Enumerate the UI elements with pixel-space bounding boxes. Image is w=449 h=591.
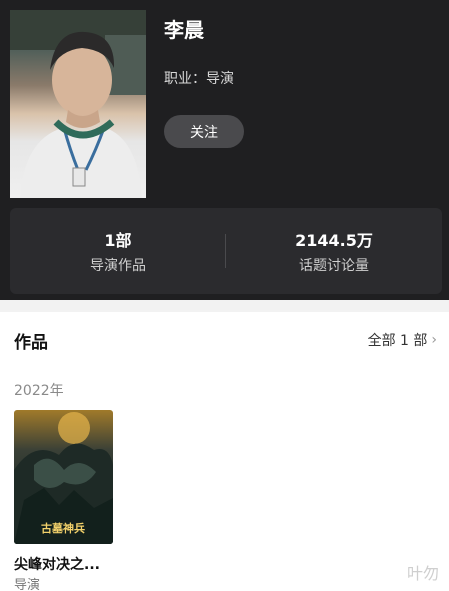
stat-label: 话题讨论量 (299, 258, 369, 274)
chevron-right-icon: › (431, 332, 437, 348)
movie-poster[interactable]: 古墓神兵 (14, 410, 113, 544)
avatar (10, 10, 146, 198)
section-separator (0, 300, 449, 312)
stats-card: 1部 导演作品 2144.5万 话题讨论量 (10, 208, 442, 294)
profile-name: 李晨 (164, 18, 204, 42)
profile-occupation: 职业：导演 (164, 71, 234, 87)
works-section-title: 作品 (14, 333, 48, 353)
stat-directed-works[interactable]: 1部 导演作品 (10, 208, 226, 294)
movie-role: 导演 (14, 578, 41, 591)
svg-text:古墓神兵: 古墓神兵 (41, 521, 85, 535)
watermark: 叶勿 (406, 564, 439, 583)
view-all-works-link[interactable]: 全部 1 部 › (368, 330, 437, 350)
stat-discussion-volume[interactable]: 2144.5万 话题讨论量 (226, 208, 442, 294)
stat-value: 2144.5万 (295, 231, 373, 250)
stat-label: 导演作品 (90, 258, 146, 274)
view-all-works-label: 全部 1 部 (367, 333, 428, 349)
stat-value: 1部 (104, 231, 132, 250)
year-heading: 2022年 (14, 383, 64, 399)
movie-title[interactable]: 尖峰对决之... (14, 554, 132, 574)
follow-button[interactable]: 关注 (164, 115, 244, 148)
profile-header: 李晨 职业：导演 关注 1部 导演作品 2144.5万 话题讨论量 (0, 0, 449, 300)
